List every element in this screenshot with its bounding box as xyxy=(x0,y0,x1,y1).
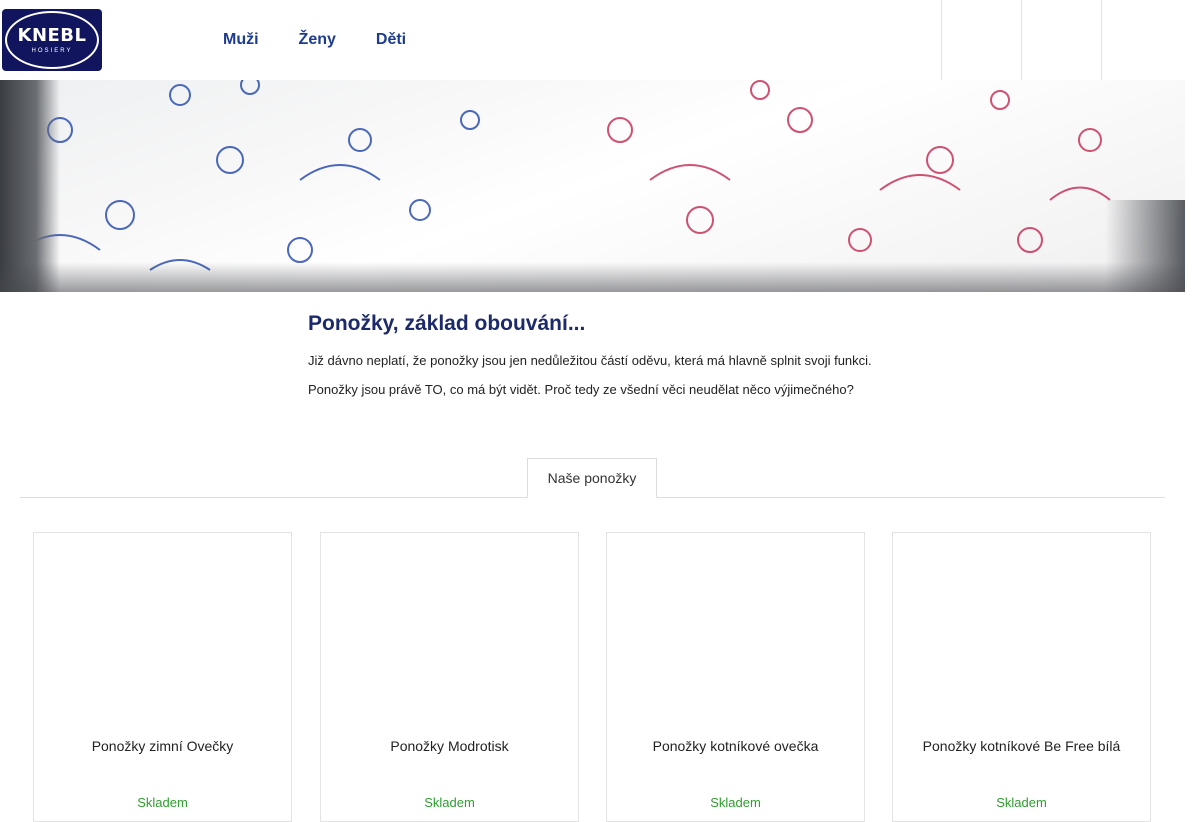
product-card[interactable]: Ponožky Modrotisk Skladem xyxy=(320,532,579,822)
intro-paragraph: Ponožky jsou právě TO, co má být vidět. … xyxy=(308,382,854,397)
product-image[interactable] xyxy=(331,543,568,723)
cart-button[interactable] xyxy=(1101,0,1182,80)
nav-item-deti[interactable]: Děti xyxy=(376,31,406,49)
product-image[interactable] xyxy=(44,543,281,723)
product-name[interactable]: Ponožky kotníkové Be Free bílá xyxy=(893,738,1150,754)
stock-status: Skladem xyxy=(710,795,761,810)
product-image[interactable] xyxy=(903,543,1140,723)
product-name[interactable]: Ponožky zimní Ovečky xyxy=(34,738,291,754)
product-name[interactable]: Ponožky Modrotisk xyxy=(321,738,578,754)
hero-shadow-left xyxy=(0,80,60,292)
page-title: Ponožky, základ obouvání... xyxy=(308,312,586,335)
product-name[interactable]: Ponožky kotníkové ovečka xyxy=(607,738,864,754)
tab-nase-ponozky[interactable]: Naše ponožky xyxy=(527,458,657,498)
logo-emblem: KNEBL HOSIERY xyxy=(5,11,99,69)
nav-item-muzi[interactable]: Muži xyxy=(223,31,259,49)
product-card[interactable]: Ponožky kotníkové ovečka Skladem xyxy=(606,532,865,822)
account-button[interactable] xyxy=(1021,0,1102,80)
main-nav: Muži Ženy Děti xyxy=(223,0,406,80)
product-card[interactable]: Ponožky zimní Ovečky Skladem xyxy=(33,532,292,822)
product-card[interactable]: Ponožky kotníkové Be Free bílá Skladem xyxy=(892,532,1151,822)
stock-status: Skladem xyxy=(137,795,188,810)
logo-subtext: HOSIERY xyxy=(31,47,73,54)
hero-shadow-bottom xyxy=(0,262,1185,292)
search-button[interactable] xyxy=(941,0,1022,80)
logo-wordmark: KNEBL xyxy=(17,24,87,46)
brand-logo[interactable]: KNEBL HOSIERY xyxy=(2,9,102,71)
stock-status: Skladem xyxy=(996,795,1047,810)
site-header: KNEBL HOSIERY Muži Ženy Děti xyxy=(0,0,1185,80)
nav-item-zeny[interactable]: Ženy xyxy=(299,31,336,49)
product-image[interactable] xyxy=(617,543,854,723)
intro-paragraph: Již dávno neplatí, že ponožky jsou jen n… xyxy=(308,353,872,368)
stock-status: Skladem xyxy=(424,795,475,810)
